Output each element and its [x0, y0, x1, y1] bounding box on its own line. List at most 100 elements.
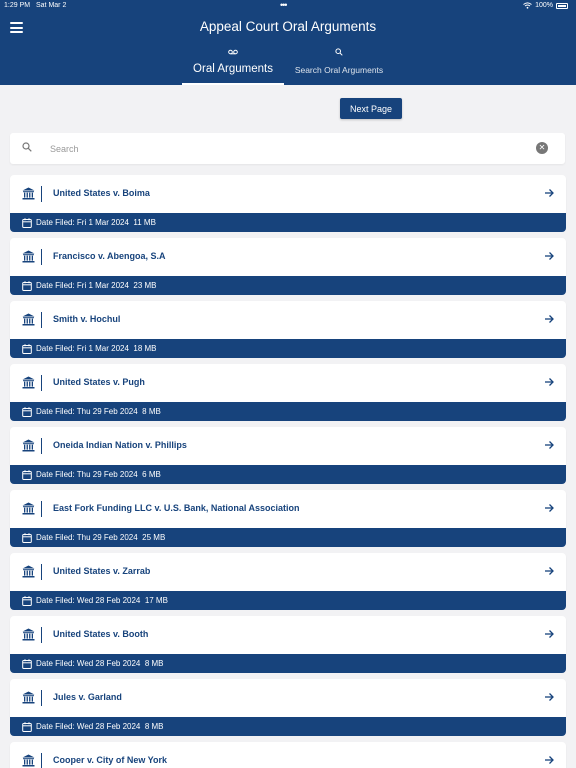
- calendar-icon: [22, 218, 32, 228]
- arrow-right-icon[interactable]: [543, 502, 555, 514]
- filed-date: Date Filed: Thu 29 Feb 2024 25 MB: [36, 533, 165, 542]
- arrow-right-icon[interactable]: [543, 565, 555, 577]
- status-date: Sat Mar 2: [36, 2, 67, 9]
- case-card-header: United States v. Booth: [10, 616, 566, 654]
- courthouse-icon: [22, 376, 35, 389]
- courthouse-icon: [22, 691, 35, 704]
- calendar-icon: [22, 596, 32, 606]
- divider: [41, 312, 42, 328]
- filed-date: Date Filed: Wed 28 Feb 2024 8 MB: [36, 722, 163, 731]
- file-size: 25 MB: [142, 533, 166, 542]
- courthouse-icon: [22, 439, 35, 452]
- case-card[interactable]: Jules v. Garland Date Filed: Wed 28 Feb 2…: [10, 679, 566, 736]
- case-card-footer: Date Filed: Thu 29 Feb 2024 6 MB: [10, 465, 566, 484]
- page-title: Appeal Court Oral Arguments: [199, 19, 377, 34]
- calendar-icon: [22, 659, 32, 669]
- case-card-footer: Date Filed: Fri 1 Mar 2024 11 MB: [10, 213, 566, 232]
- next-page-button[interactable]: Next Page: [340, 98, 402, 119]
- arrow-right-icon[interactable]: [543, 376, 555, 388]
- case-title: Smith v. Hochul: [53, 314, 121, 324]
- search-icon: [286, 48, 392, 58]
- calendar-icon: [22, 470, 32, 480]
- case-card[interactable]: United States v. Booth Date Filed: Wed 28…: [10, 616, 566, 673]
- divider: [41, 438, 42, 454]
- calendar-icon: [22, 344, 32, 354]
- wifi-icon: [523, 2, 532, 9]
- courthouse-icon: [22, 565, 35, 578]
- date-filed-text: Date Filed: Thu 29 Feb 2024: [36, 407, 138, 416]
- divider: [41, 627, 42, 643]
- status-indicators: 100%: [523, 2, 568, 9]
- date-filed-text: Date Filed: Thu 29 Feb 2024: [36, 470, 138, 479]
- file-size: 23 MB: [133, 281, 157, 290]
- app-header: 1:29 PM Sat Mar 2 ••• 100% Appeal Court …: [0, 0, 576, 85]
- case-card[interactable]: East Fork Funding LLC v. U.S. Bank, Nati…: [10, 490, 566, 547]
- case-card-footer: Date Filed: Wed 28 Feb 2024 17 MB: [10, 591, 566, 610]
- arrow-right-icon[interactable]: [543, 439, 555, 451]
- case-card-header: Smith v. Hochul: [10, 301, 566, 339]
- arrow-right-icon[interactable]: [543, 250, 555, 262]
- arrow-right-icon[interactable]: [543, 628, 555, 640]
- status-time: 1:29 PM: [4, 2, 31, 9]
- filed-date: Date Filed: Fri 1 Mar 2024 18 MB: [36, 344, 157, 353]
- search-bar: ✕: [10, 133, 565, 164]
- tab-oral-arguments[interactable]: Oral Arguments: [182, 48, 284, 85]
- case-card[interactable]: Oneida Indian Nation v. Phillips Date Fil…: [10, 427, 566, 484]
- tab-search-oral-arguments[interactable]: Search Oral Arguments: [286, 48, 392, 85]
- file-size: 8 MB: [144, 722, 164, 731]
- calendar-icon: [22, 281, 32, 291]
- divider: [41, 186, 42, 202]
- courthouse-icon: [22, 628, 35, 641]
- filed-date: Date Filed: Wed 28 Feb 2024 8 MB: [36, 659, 163, 668]
- courthouse-icon: [22, 502, 35, 515]
- divider: [41, 564, 42, 580]
- case-card[interactable]: United States v. Zarrab Date Filed: Wed 2…: [10, 553, 566, 610]
- file-size: 8 MB: [144, 659, 164, 668]
- case-title: United States v. Booth: [53, 629, 149, 639]
- clear-search-icon[interactable]: ✕: [536, 142, 548, 154]
- case-card-footer: Date Filed: Fri 1 Mar 2024 18 MB: [10, 339, 566, 358]
- tab-label: Search Oral Arguments: [294, 65, 384, 75]
- case-card[interactable]: Francisco v. Abengoa, S.A Date Filed: Fri…: [10, 238, 566, 295]
- case-title: United States v. Zarrab: [53, 566, 151, 576]
- case-card[interactable]: Cooper v. City of New York: [10, 742, 566, 768]
- calendar-icon: [22, 407, 32, 417]
- divider: [41, 501, 42, 517]
- case-card-header: Cooper v. City of New York: [10, 742, 566, 768]
- filed-date: Date Filed: Fri 1 Mar 2024 11 MB: [36, 218, 156, 227]
- case-card-header: Jules v. Garland: [10, 679, 566, 717]
- case-card[interactable]: United States v. Pugh Date Filed: Thu 29 …: [10, 364, 566, 421]
- arrow-right-icon[interactable]: [543, 187, 555, 199]
- arrow-right-icon[interactable]: [543, 691, 555, 703]
- divider: [41, 375, 42, 391]
- tab-label: Oral Arguments: [193, 63, 273, 75]
- date-filed-text: Date Filed: Thu 29 Feb 2024: [36, 533, 138, 542]
- case-card-footer: Date Filed: Thu 29 Feb 2024 8 MB: [10, 402, 566, 421]
- case-title: Francisco v. Abengoa, S.A: [53, 251, 166, 261]
- case-card-header: United States v. Zarrab: [10, 553, 566, 591]
- arrow-right-icon[interactable]: [543, 313, 555, 325]
- case-card-header: Oneida Indian Nation v. Phillips: [10, 427, 566, 465]
- file-size: 18 MB: [133, 344, 157, 353]
- search-icon: [22, 142, 32, 152]
- courthouse-icon: [22, 313, 35, 326]
- case-title: Cooper v. City of New York: [53, 755, 168, 765]
- case-card[interactable]: Smith v. Hochul Date Filed: Fri 1 Mar 202…: [10, 301, 566, 358]
- search-input[interactable]: [50, 139, 530, 158]
- case-card-header: United States v. Boima: [10, 175, 566, 213]
- arrow-right-icon[interactable]: [543, 754, 555, 766]
- multitask-dots-icon[interactable]: •••: [280, 0, 288, 10]
- case-title: Jules v. Garland: [53, 692, 122, 702]
- case-title: United States v. Boima: [53, 188, 150, 198]
- case-card-footer: Date Filed: Thu 29 Feb 2024 25 MB: [10, 528, 566, 547]
- case-card-header: Francisco v. Abengoa, S.A: [10, 238, 566, 276]
- courthouse-icon: [22, 250, 35, 263]
- voicemail-icon: [182, 48, 284, 58]
- date-filed-text: Date Filed: Wed 28 Feb 2024: [36, 722, 141, 731]
- battery-icon: [556, 2, 568, 9]
- calendar-icon: [22, 533, 32, 543]
- case-title: United States v. Pugh: [53, 377, 145, 387]
- case-card-footer: Date Filed: Wed 28 Feb 2024 8 MB: [10, 717, 566, 736]
- file-size: 17 MB: [144, 596, 168, 605]
- case-card[interactable]: United States v. Boima Date Filed: Fri 1 …: [10, 175, 566, 232]
